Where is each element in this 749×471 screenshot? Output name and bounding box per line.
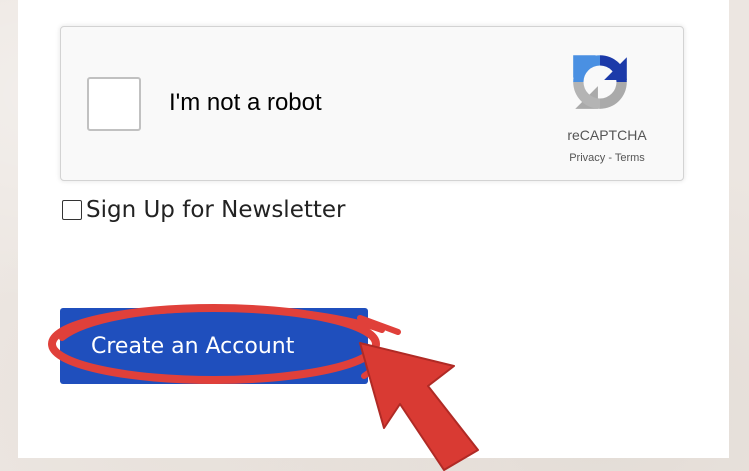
link-separator: - [605, 152, 615, 164]
recaptcha-widget: I'm not a robot reCAPTCHA Privacy - Term… [60, 26, 684, 181]
newsletter-option[interactable]: Sign Up for Newsletter [62, 197, 346, 223]
recaptcha-label: I'm not a robot [169, 89, 322, 116]
privacy-link[interactable]: Privacy [569, 152, 605, 164]
newsletter-checkbox[interactable] [62, 200, 82, 220]
terms-link[interactable]: Terms [615, 152, 645, 164]
recaptcha-links: Privacy - Terms [555, 152, 659, 164]
recaptcha-logo-icon [573, 55, 627, 109]
recaptcha-brand: reCAPTCHA [567, 127, 647, 143]
recaptcha-checkbox[interactable] [87, 77, 141, 131]
create-account-label: Create an Account [91, 334, 295, 359]
create-account-button[interactable]: Create an Account [60, 308, 368, 384]
newsletter-label: Sign Up for Newsletter [86, 197, 346, 223]
